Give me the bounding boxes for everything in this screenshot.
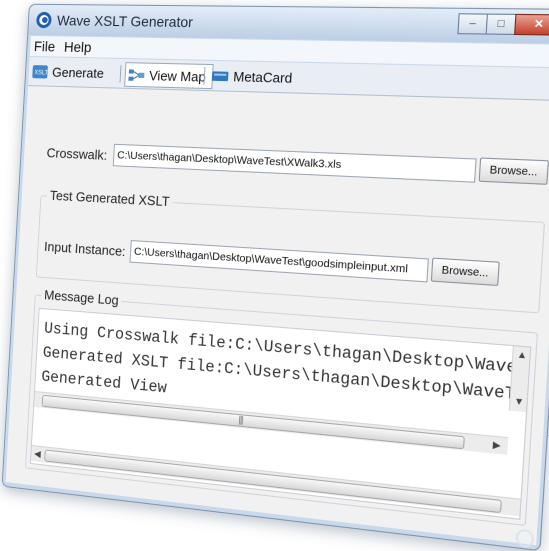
crosswalk-browse-button[interactable]: Browse... xyxy=(478,157,549,185)
xslt-icon: XSLT xyxy=(32,64,48,78)
scroll-down-icon[interactable]: ▼ xyxy=(514,395,525,407)
tab-content: Crosswalk: C:\Users\thagan\Desktop\WaveT… xyxy=(5,86,549,549)
card-icon xyxy=(211,70,229,81)
crosswalk-path-field[interactable]: C:\Users\thagan\Desktop\WaveTest\XWalk3.… xyxy=(112,143,477,183)
tab-view-map-label: View Map xyxy=(148,67,207,85)
window-title: Wave XSLT Generator xyxy=(56,12,194,31)
app-window: Wave XSLT Generator – □ ✕ File Help XSLT… xyxy=(1,3,549,551)
menu-help[interactable]: Help xyxy=(64,38,92,55)
svg-text:XSLT: XSLT xyxy=(34,70,48,76)
maximize-button[interactable]: □ xyxy=(485,13,517,36)
scroll-right-icon[interactable]: ▶ xyxy=(492,439,501,452)
tab-divider xyxy=(119,65,122,83)
tab-metacard-label: MetaCard xyxy=(232,68,293,86)
vertical-scrollbar[interactable]: ▲ ▼ xyxy=(508,346,531,413)
input-instance-field[interactable]: C:\Users\thagan\Desktop\WaveTest\goodsim… xyxy=(129,240,429,283)
message-log-group: Message Log Using Crosswalk file:C:\User… xyxy=(24,286,539,527)
inner-horizontal-scrollbar[interactable]: ||| ▶ xyxy=(34,391,509,455)
input-instance-browse-button[interactable]: Browse... xyxy=(430,257,500,287)
scroll-left-icon[interactable]: ◀ xyxy=(34,448,41,460)
message-log-textarea[interactable]: Using Crosswalk file:C:\Users\thagan\Des… xyxy=(29,307,532,520)
wave-app-icon xyxy=(36,11,52,28)
tab-generate[interactable]: XSLT Generate xyxy=(32,60,104,84)
menu-file[interactable]: File xyxy=(34,38,56,55)
tab-generate-label: Generate xyxy=(51,64,105,81)
scroll-thumb[interactable]: ||| xyxy=(41,394,465,450)
scroll-thumb[interactable] xyxy=(44,449,502,514)
status-indicator-icon xyxy=(515,528,535,549)
message-log-title: Message Log xyxy=(41,286,122,309)
tab-metacard[interactable]: MetaCard xyxy=(211,64,293,89)
horizontal-scrollbar[interactable]: ◀ xyxy=(31,444,521,517)
minimize-button[interactable]: – xyxy=(457,13,488,35)
scroll-up-icon[interactable]: ▲ xyxy=(517,349,528,361)
test-group-title: Test Generated XSLT xyxy=(46,187,174,210)
tab-view-map[interactable]: View Map xyxy=(124,62,214,90)
crosswalk-label: Crosswalk: xyxy=(46,145,108,163)
scroll-grip-icon: ||| xyxy=(238,414,243,425)
input-instance-label: Input Instance: xyxy=(43,238,126,260)
close-button[interactable]: ✕ xyxy=(514,13,549,36)
map-icon xyxy=(128,68,145,82)
